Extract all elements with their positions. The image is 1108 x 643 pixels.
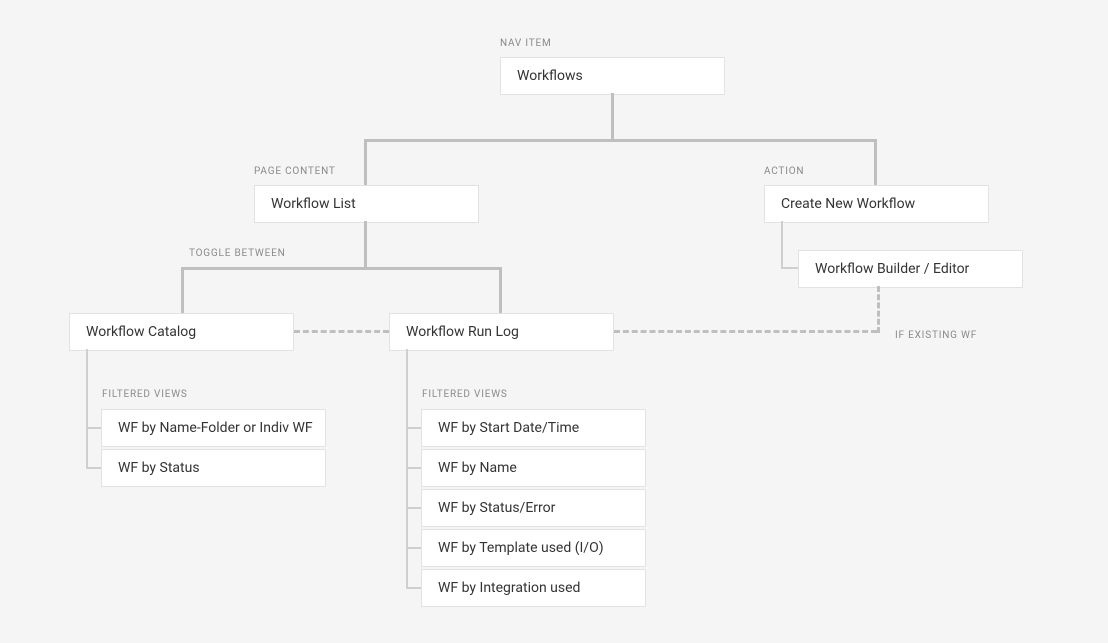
node-workflow-catalog: Workflow Catalog xyxy=(69,313,294,351)
if-existing-wf-label: IF EXISTING WF xyxy=(895,330,977,341)
node-create-new-workflow: Create New Workflow xyxy=(764,185,989,223)
toggle-between-label: TOGGLE BETWEEN xyxy=(189,248,286,259)
node-workflows: Workflows xyxy=(500,57,725,95)
node-runlog-filter: WF by Name xyxy=(421,449,646,487)
node-runlog-filter: WF by Template used (I/O) xyxy=(421,529,646,567)
node-runlog-filter: WF by Start Date/Time xyxy=(421,409,646,447)
node-catalog-filter: WF by Status xyxy=(101,449,326,487)
node-runlog-filter: WF by Integration used xyxy=(421,569,646,607)
node-catalog-filter: WF by Name-Folder or Indiv WF xyxy=(101,409,326,447)
page-content-label: PAGE CONTENT xyxy=(254,166,336,177)
node-runlog-filter: WF by Status/Error xyxy=(421,489,646,527)
nav-item-label: NAV ITEM xyxy=(500,38,552,49)
node-workflow-builder-editor: Workflow Builder / Editor xyxy=(798,250,1023,288)
filtered-views-left-label: FILTERED VIEWS xyxy=(102,389,188,400)
action-label: ACTION xyxy=(764,166,804,177)
filtered-views-right-label: FILTERED VIEWS xyxy=(422,389,508,400)
node-workflow-run-log: Workflow Run Log xyxy=(389,313,614,351)
node-workflow-list: Workflow List xyxy=(254,185,479,223)
